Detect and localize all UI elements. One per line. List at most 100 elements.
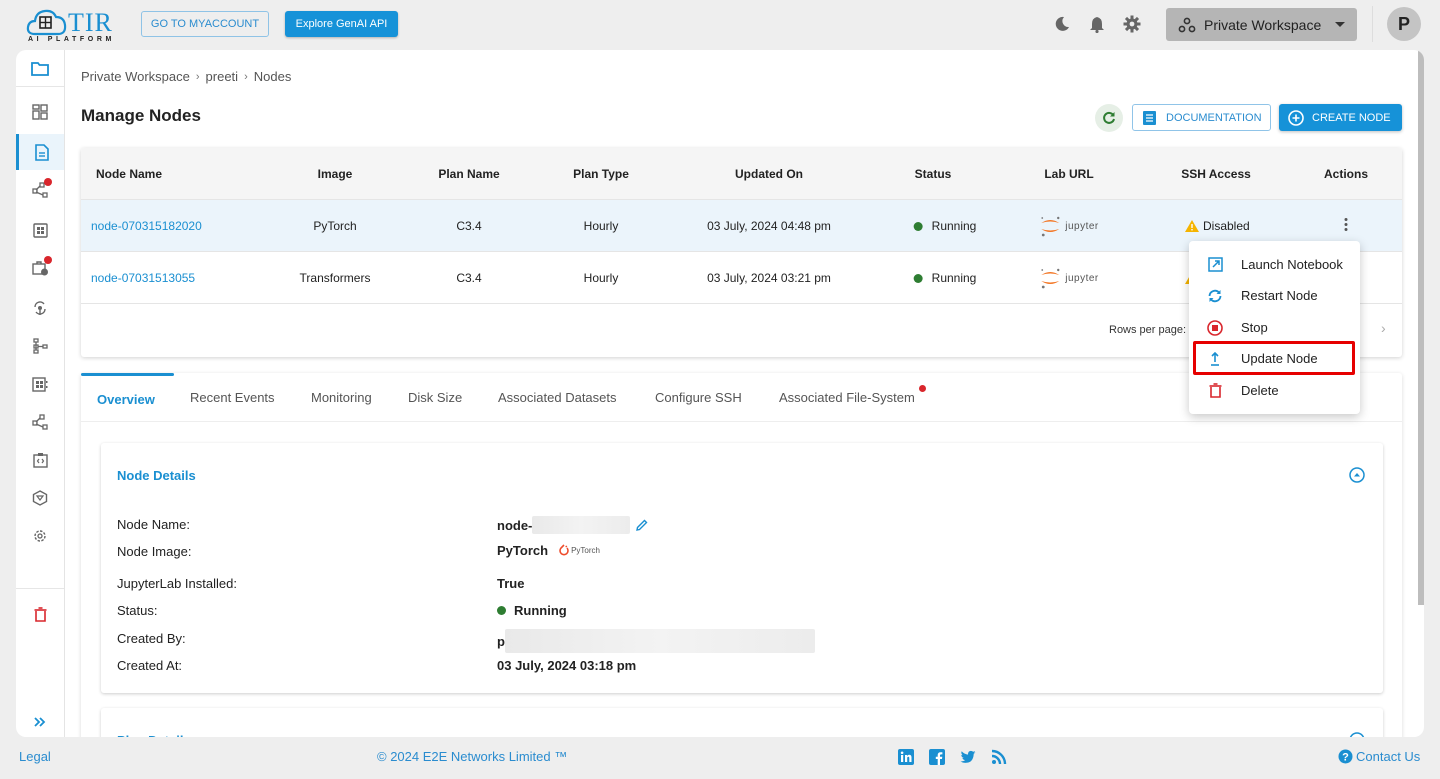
- dark-mode-moon-icon[interactable]: [1052, 14, 1072, 34]
- next-page-chevron-icon[interactable]: ›: [1381, 320, 1386, 336]
- inference-sync-icon: [34, 301, 46, 315]
- breadcrumb-item[interactable]: preeti: [206, 69, 239, 84]
- updated-on-cell: 03 July, 2024 03:21 pm: [707, 271, 831, 285]
- sidebar-item-model-hub[interactable]: [16, 480, 64, 516]
- sidebar-item-apps[interactable]: [16, 212, 64, 248]
- node-details-panel: Overview Recent Events Monitoring Disk S…: [81, 373, 1402, 737]
- row-actions-menu-button[interactable]: [1344, 218, 1348, 231]
- workspace-label: Private Workspace: [1204, 16, 1322, 33]
- rss-feed-icon[interactable]: [991, 749, 1007, 765]
- sidebar-item-integrations[interactable]: [16, 404, 64, 440]
- twitter-icon[interactable]: [960, 749, 976, 765]
- sidebar-item-datasets[interactable]: [16, 366, 64, 402]
- plan-name-cell: C3.4: [456, 271, 482, 285]
- workspace-select[interactable]: Private Workspace: [1166, 8, 1357, 41]
- column-header-image[interactable]: Image: [318, 167, 353, 181]
- plan-details-card: Plan Details: [101, 708, 1383, 737]
- node-actions-menu: Launch Notebook Restart Node Stop Update…: [1189, 241, 1360, 414]
- edit-pencil-icon[interactable]: [636, 519, 648, 531]
- stop-circle-icon: [1207, 319, 1223, 336]
- column-header-plan-type[interactable]: Plan Type: [573, 167, 629, 181]
- user-avatar[interactable]: P: [1387, 7, 1421, 41]
- notification-bell-icon[interactable]: [1087, 14, 1107, 34]
- sidebar-item-nodes[interactable]: [16, 134, 64, 170]
- settings-gear-icon[interactable]: [1122, 14, 1142, 34]
- expand-down-icon[interactable]: [1349, 732, 1365, 737]
- running-status-dot: [913, 273, 923, 283]
- explore-genai-api-button[interactable]: Explore GenAI API: [285, 11, 398, 37]
- tir-logo[interactable]: TIR AI PLATFORM: [26, 6, 118, 44]
- plan-type-cell: Hourly: [583, 219, 619, 233]
- pytorch-logo-icon: [559, 544, 569, 556]
- top-bar: TIR AI PLATFORM GO TO MYACCOUNT Explore …: [0, 0, 1440, 50]
- documentation-button[interactable]: DOCUMENTATION: [1132, 104, 1271, 131]
- sidebar-item-api-tokens[interactable]: [16, 442, 64, 478]
- create-node-button[interactable]: CREATE NODE: [1279, 104, 1402, 131]
- created-at-label: Created At:: [117, 658, 183, 673]
- menu-item-restart-node[interactable]: Restart Node: [1189, 280, 1360, 311]
- column-header-plan-name[interactable]: Plan Name: [438, 167, 499, 181]
- jupyter-lab-link[interactable]: jupyter: [1039, 266, 1099, 290]
- tab-configure-ssh[interactable]: Configure SSH: [655, 390, 742, 405]
- column-header-updated-on[interactable]: Updated On: [735, 167, 803, 181]
- notification-dot: [44, 178, 52, 186]
- sidebar-item-inference[interactable]: [16, 290, 64, 326]
- sidebar-item-settings[interactable]: [16, 518, 64, 554]
- linkedin-icon[interactable]: [898, 749, 914, 765]
- plan-details-title[interactable]: Plan Details: [117, 733, 191, 737]
- sidebar-item-trash[interactable]: [16, 596, 64, 632]
- refresh-icon: [1103, 111, 1115, 124]
- tab-monitoring[interactable]: Monitoring: [311, 390, 372, 405]
- table-header: Node Name Image Plan Name Plan Type Upda…: [81, 148, 1402, 200]
- column-header-status[interactable]: Status: [915, 167, 952, 181]
- tab-recent-events[interactable]: Recent Events: [190, 390, 275, 405]
- status-cell: Running: [913, 271, 976, 285]
- menu-item-launch-notebook[interactable]: Launch Notebook: [1189, 249, 1360, 280]
- folder-icon: [31, 61, 49, 76]
- node-name-link[interactable]: node-070315182020: [91, 219, 202, 233]
- tab-associated-datasets[interactable]: Associated Datasets: [498, 390, 617, 405]
- node-name-value: node-: [497, 516, 648, 534]
- logo-subtext: AI PLATFORM: [28, 36, 115, 43]
- vertical-scrollbar[interactable]: [1418, 50, 1424, 605]
- breadcrumb-separator: ›: [244, 70, 248, 83]
- collapse-up-icon[interactable]: [1349, 467, 1365, 483]
- tab-disk-size[interactable]: Disk Size: [408, 390, 462, 405]
- tab-overview[interactable]: Overview: [97, 392, 155, 407]
- node-details-title[interactable]: Node Details: [117, 468, 196, 483]
- page-title: Manage Nodes: [81, 106, 201, 125]
- documentation-label: DOCUMENTATION: [1166, 111, 1262, 124]
- sidebar-item-model-repos[interactable]: [16, 328, 64, 364]
- jupyter-lab-link[interactable]: jupyter: [1039, 214, 1099, 238]
- breadcrumb-item[interactable]: Private Workspace: [81, 69, 190, 84]
- updated-on-cell: 03 July, 2024 04:48 pm: [707, 219, 831, 233]
- sidebar-item-pipelines[interactable]: [16, 172, 64, 208]
- plus-circle-icon: [1288, 109, 1304, 126]
- jupyter-logo-icon: [1041, 216, 1060, 237]
- go-to-myaccount-button[interactable]: GO TO MYACCOUNT: [141, 11, 269, 37]
- refresh-button[interactable]: [1095, 104, 1123, 132]
- tab-associated-file-system[interactable]: Associated File-System: [779, 390, 915, 405]
- column-header-node-name[interactable]: Node Name: [96, 167, 162, 181]
- trash-icon: [34, 606, 46, 622]
- sidebar-item-dashboard[interactable]: [16, 94, 64, 130]
- facebook-icon[interactable]: [929, 749, 945, 765]
- sidebar-item-projects[interactable]: [16, 50, 64, 86]
- column-header-lab-url: Lab URL: [1044, 167, 1094, 181]
- menu-item-delete[interactable]: Delete: [1189, 375, 1360, 406]
- contact-us-link[interactable]: ? Contact Us: [1338, 749, 1420, 764]
- create-node-label: CREATE NODE: [1312, 111, 1391, 124]
- legal-link[interactable]: Legal: [19, 749, 51, 764]
- pytorch-badge: PyTorch: [558, 544, 600, 557]
- breadcrumb-separator: ›: [195, 70, 200, 83]
- restart-sync-icon: [1208, 289, 1222, 302]
- created-by-value: p: [497, 629, 815, 653]
- menu-item-stop[interactable]: Stop: [1189, 312, 1360, 343]
- code-clipboard-icon: [32, 453, 48, 468]
- sidebar-item-scheduled-jobs[interactable]: [16, 250, 64, 286]
- ssh-access-cell: Disabled: [1185, 219, 1250, 233]
- expand-sidebar-button[interactable]: [16, 704, 64, 740]
- node-name-link[interactable]: node-07031513055: [91, 271, 195, 285]
- delete-trash-icon: [1209, 383, 1221, 398]
- breadcrumb: Private Workspace › preeti › Nodes: [81, 69, 291, 84]
